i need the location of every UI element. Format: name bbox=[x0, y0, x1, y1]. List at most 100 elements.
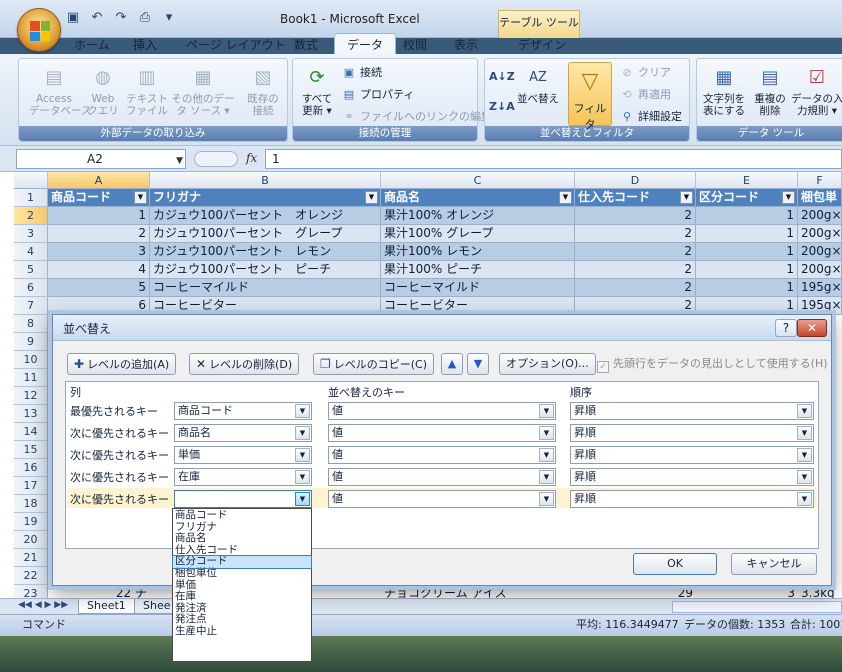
formula-bar-handle-icon[interactable] bbox=[194, 151, 238, 167]
tab-design[interactable]: デザイン bbox=[518, 36, 566, 53]
row-header[interactable]: 13 bbox=[14, 405, 48, 423]
order-select[interactable]: 昇順 ▼ bbox=[570, 490, 814, 508]
row-header[interactable]: 1 bbox=[14, 189, 48, 207]
connections-button[interactable]: ▣ 接続 bbox=[341, 65, 382, 81]
table-cell[interactable]: コーヒーマイルド bbox=[150, 279, 381, 297]
help-button[interactable]: ? bbox=[775, 319, 797, 337]
sort-asc-button[interactable]: A↓Z bbox=[489, 69, 515, 85]
sort-on-select[interactable]: 値 ▼ bbox=[328, 468, 556, 486]
table-cell[interactable]: 2 bbox=[575, 243, 696, 261]
column-header-e[interactable]: E bbox=[696, 172, 798, 189]
column-select[interactable]: 単価 ▼ bbox=[174, 446, 312, 464]
table-cell[interactable]: 2 bbox=[575, 279, 696, 297]
text-file-button[interactable]: ▥ テキスト ファイル bbox=[123, 65, 171, 117]
row-header[interactable]: 20 bbox=[14, 531, 48, 549]
table-cell[interactable]: 6 bbox=[48, 297, 150, 315]
row-header[interactable]: 19 bbox=[14, 513, 48, 531]
redo-icon[interactable]: ↷ bbox=[112, 10, 130, 26]
undo-icon[interactable]: ↶ bbox=[88, 10, 106, 26]
table-cell[interactable]: コーヒービター bbox=[381, 297, 575, 315]
name-box[interactable]: A2 ▼ bbox=[16, 149, 186, 169]
table-cell[interactable]: カジュウ100パーセント オレンジ bbox=[150, 207, 381, 225]
column-header-f[interactable]: F bbox=[798, 172, 842, 189]
column-select[interactable]: 在庫 ▼ bbox=[174, 468, 312, 486]
move-down-button[interactable]: ▼ bbox=[467, 353, 489, 375]
tab-formulas[interactable]: 数式 bbox=[294, 36, 318, 53]
table-cell[interactable]: 果汁100% ピーチ bbox=[381, 261, 575, 279]
chevron-down-icon[interactable]: ▼ bbox=[295, 426, 310, 440]
reapply-button[interactable]: ⟲ 再適用 bbox=[619, 87, 671, 103]
table-cell[interactable]: 1 bbox=[696, 243, 798, 261]
delete-level-button[interactable]: ✕ レベルの削除(D) bbox=[189, 353, 300, 375]
row-header[interactable]: 8 bbox=[14, 315, 48, 333]
other-sources-button[interactable]: ▦ その他のデー タ ソース ▾ bbox=[171, 65, 235, 117]
table-cell[interactable]: 200g× bbox=[798, 207, 842, 225]
office-button[interactable] bbox=[17, 8, 61, 52]
sort-on-select[interactable]: 値 ▼ bbox=[328, 402, 556, 420]
row-header[interactable]: 2 bbox=[14, 207, 48, 225]
customize-qat-icon[interactable]: ▾ bbox=[160, 10, 178, 26]
horizontal-scrollbar[interactable] bbox=[672, 601, 842, 613]
row-header[interactable]: 4 bbox=[14, 243, 48, 261]
table-header-cell[interactable]: 仕入先コード ▼ bbox=[575, 189, 696, 207]
filter-button[interactable]: ▽ フィルタ bbox=[568, 62, 612, 131]
table-header-cell[interactable]: 梱包単 bbox=[798, 189, 842, 207]
filter-dropdown-icon[interactable]: ▼ bbox=[782, 191, 795, 204]
table-cell[interactable]: 4 bbox=[48, 261, 150, 279]
chevron-down-icon[interactable]: ▼ bbox=[539, 448, 554, 462]
options-button[interactable]: オプション(O)... bbox=[499, 353, 596, 375]
table-cell[interactable]: 195g× bbox=[798, 297, 842, 315]
row-header[interactable]: 3 bbox=[14, 225, 48, 243]
column-select[interactable]: ▼ bbox=[174, 490, 312, 508]
dropdown-option[interactable]: 在庫 bbox=[173, 591, 311, 603]
table-cell[interactable]: 1 bbox=[696, 261, 798, 279]
chevron-down-icon[interactable]: ▼ bbox=[797, 426, 812, 440]
chevron-down-icon[interactable]: ▼ bbox=[295, 492, 310, 506]
row-header[interactable]: 22 bbox=[14, 567, 48, 585]
table-cell[interactable]: 200g× bbox=[798, 261, 842, 279]
sort-on-select[interactable]: 値 ▼ bbox=[328, 424, 556, 442]
chevron-down-icon[interactable]: ▼ bbox=[539, 426, 554, 440]
filter-dropdown-icon[interactable]: ▼ bbox=[680, 191, 693, 204]
header-row-checkbox[interactable]: ✓ 先頭行をデータの見出しとして使用する(H) bbox=[597, 355, 828, 373]
chevron-down-icon[interactable]: ▼ bbox=[539, 492, 554, 506]
chevron-down-icon[interactable]: ▼ bbox=[797, 404, 812, 418]
cancel-button[interactable]: キャンセル bbox=[731, 553, 817, 575]
column-header-b[interactable]: B bbox=[150, 172, 381, 189]
table-cell[interactable]: 2 bbox=[575, 207, 696, 225]
filter-dropdown-icon[interactable]: ▼ bbox=[365, 191, 378, 204]
table-cell[interactable]: 5 bbox=[48, 279, 150, 297]
insert-function-icon[interactable]: fx bbox=[246, 151, 257, 165]
sheet-nav-icon[interactable]: ◀◀ ◀ ▶ ▶▶ bbox=[18, 600, 68, 610]
sort-on-select[interactable]: 値 ▼ bbox=[328, 446, 556, 464]
clear-filter-button[interactable]: ⊘ クリア bbox=[619, 65, 671, 81]
column-select[interactable]: 商品名 ▼ bbox=[174, 424, 312, 442]
table-cell[interactable]: 195g× bbox=[798, 279, 842, 297]
table-cell[interactable]: 2 bbox=[575, 297, 696, 315]
table-header-cell[interactable]: フリガナ ▼ bbox=[150, 189, 381, 207]
table-cell[interactable]: カジュウ100パーセント ピーチ bbox=[150, 261, 381, 279]
column-header-a[interactable]: A bbox=[48, 172, 150, 189]
row-header[interactable]: 21 bbox=[14, 549, 48, 567]
chevron-down-icon[interactable]: ▼ bbox=[295, 470, 310, 484]
refresh-all-button[interactable]: ⟳ すべて 更新 ▾ bbox=[297, 65, 337, 117]
ok-button[interactable]: OK bbox=[633, 553, 717, 575]
table-header-cell[interactable]: 商品名 ▼ bbox=[381, 189, 575, 207]
tab-home[interactable]: ホーム bbox=[74, 36, 110, 53]
move-up-button[interactable]: ▲ bbox=[441, 353, 463, 375]
table-cell[interactable]: 2 bbox=[48, 225, 150, 243]
column-select[interactable]: 商品コード ▼ bbox=[174, 402, 312, 420]
table-cell[interactable]: カジュウ100パーセント レモン bbox=[150, 243, 381, 261]
quick-print-icon[interactable]: ⎙ bbox=[136, 10, 154, 26]
order-select[interactable]: 昇順 ▼ bbox=[570, 424, 814, 442]
sort-on-select[interactable]: 値 ▼ bbox=[328, 490, 556, 508]
row-header[interactable]: 15 bbox=[14, 441, 48, 459]
table-cell[interactable]: 2 bbox=[575, 225, 696, 243]
table-cell[interactable]: カジュウ100パーセント グレープ bbox=[150, 225, 381, 243]
chevron-down-icon[interactable]: ▼ bbox=[539, 404, 554, 418]
filter-dropdown-icon[interactable]: ▼ bbox=[559, 191, 572, 204]
advanced-filter-button[interactable]: ⚲ 詳細設定 bbox=[619, 109, 682, 125]
tab-review[interactable]: 校閲 bbox=[403, 36, 427, 53]
dropdown-option[interactable]: 梱包単位 bbox=[173, 567, 311, 580]
row-header[interactable]: 17 bbox=[14, 477, 48, 495]
